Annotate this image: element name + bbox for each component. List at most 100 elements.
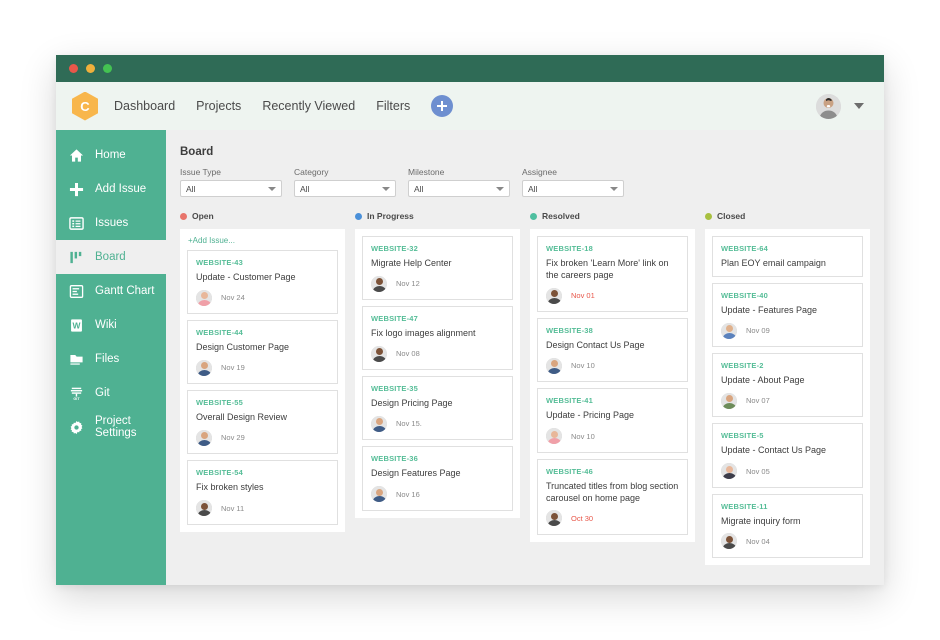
assignee-avatar[interactable] — [546, 510, 562, 526]
issue-card[interactable]: WEBSITE-36Design Features PageNov 16 — [362, 446, 513, 510]
issue-card[interactable]: WEBSITE-46 Truncated titles from blog sec… — [537, 459, 688, 535]
assignee-avatar[interactable] — [721, 393, 737, 409]
assignee-avatar[interactable] — [196, 430, 212, 446]
nav-links: Dashboard Projects Recently Viewed Filte… — [114, 99, 410, 113]
window-close-button[interactable] — [69, 64, 78, 73]
issue-card[interactable]: WEBSITE-32Migrate Help CenterNov 12 — [362, 236, 513, 300]
issue-card-meta: Nov 19 — [196, 359, 329, 376]
issue-key-link[interactable]: WEBSITE-36 — [371, 454, 504, 463]
sidebar-item-board[interactable]: Board — [56, 240, 166, 274]
assignee-avatar[interactable] — [721, 533, 737, 549]
issue-title: Truncated titles from blog section carou… — [546, 480, 679, 504]
assignee-avatar[interactable] — [546, 428, 562, 444]
issue-key-link[interactable]: WEBSITE-40 — [721, 291, 854, 300]
profile-avatar[interactable] — [816, 94, 841, 119]
assignee-select[interactable]: All — [522, 180, 624, 197]
issue-card-meta: Oct 30 — [546, 510, 679, 527]
issue-due-date: Nov 07 — [746, 396, 770, 405]
app-logo-icon[interactable]: C — [72, 92, 98, 121]
issue-card[interactable]: WEBSITE-2Update - About PageNov 07 — [712, 353, 863, 417]
assignee-avatar[interactable] — [721, 463, 737, 479]
issue-card[interactable]: WEBSITE-54Fix broken stylesNov 11 — [187, 460, 338, 524]
issue-key-link[interactable]: WEBSITE-64 — [721, 244, 854, 253]
home-icon — [68, 147, 85, 164]
window-minimize-button[interactable] — [86, 64, 95, 73]
issue-card[interactable]: WEBSITE-43Update - Customer PageNov 24 — [187, 250, 338, 314]
issue-key-link[interactable]: WEBSITE-43 — [196, 258, 329, 267]
issue-key-link[interactable]: WEBSITE-46 — [546, 467, 679, 476]
issue-title: Fix broken styles — [196, 481, 329, 493]
issue-card[interactable]: WEBSITE-35Design Pricing PageNov 15. — [362, 376, 513, 440]
board-column-title: Closed — [717, 211, 745, 221]
sidebar-item-label: Files — [95, 353, 119, 365]
issue-key-link[interactable]: WEBSITE-32 — [371, 244, 504, 253]
sidebar-item-home[interactable]: Home — [56, 138, 166, 172]
issue-key-link[interactable]: WEBSITE-54 — [196, 468, 329, 477]
assignee-avatar[interactable] — [196, 360, 212, 376]
chevron-down-icon[interactable] — [854, 103, 864, 109]
nav-link-filters[interactable]: Filters — [376, 99, 410, 113]
assignee-avatar[interactable] — [196, 290, 212, 306]
issue-card[interactable]: WEBSITE-5Update - Contact Us PageNov 05 — [712, 423, 863, 487]
sidebar-item-files[interactable]: Files — [56, 342, 166, 376]
add-new-button[interactable] — [431, 95, 453, 117]
nav-link-projects[interactable]: Projects — [196, 99, 241, 113]
issue-key-link[interactable]: WEBSITE-44 — [196, 328, 329, 337]
issue-key-link[interactable]: WEBSITE-11 — [721, 502, 854, 511]
window-body: Home Add Issue — [56, 130, 884, 585]
issue-card[interactable]: WEBSITE-55Overall Design ReviewNov 29 — [187, 390, 338, 454]
window-maximize-button[interactable] — [103, 64, 112, 73]
issue-card[interactable]: WEBSITE-11Migrate inquiry formNov 04 — [712, 494, 863, 558]
assignee-avatar[interactable] — [371, 486, 387, 502]
issue-card[interactable]: WEBSITE-18Fix broken 'Learn More' link o… — [537, 236, 688, 312]
assignee-avatar[interactable] — [546, 288, 562, 304]
assignee-avatar[interactable] — [196, 500, 212, 516]
issue-key-link[interactable]: WEBSITE-35 — [371, 384, 504, 393]
issue-key-link[interactable]: WEBSITE-2 — [721, 361, 854, 370]
issue-card[interactable]: WEBSITE-41Update - Pricing PageNov 10 — [537, 388, 688, 452]
svg-text:W: W — [73, 320, 81, 330]
issue-key-link[interactable]: WEBSITE-55 — [196, 398, 329, 407]
sidebar-item-git[interactable]: GIT Git — [56, 376, 166, 410]
issue-key-link[interactable]: WEBSITE-47 — [371, 314, 504, 323]
assignee-avatar[interactable] — [371, 346, 387, 362]
sidebar-item-issues[interactable]: Issues — [56, 206, 166, 240]
milestone-select[interactable]: All — [408, 180, 510, 197]
issue-card[interactable]: WEBSITE-47Fix logo images alignmentNov 0… — [362, 306, 513, 370]
add-issue-link[interactable]: +Add Issue... — [187, 236, 338, 245]
issue-title: Update - Pricing Page — [546, 409, 679, 421]
sidebar-item-add-issue[interactable]: Add Issue — [56, 172, 166, 206]
board-column-body[interactable]: WEBSITE-18Fix broken 'Learn More' link o… — [530, 229, 695, 542]
assignee-avatar[interactable] — [721, 323, 737, 339]
issue-key-link[interactable]: WEBSITE-18 — [546, 244, 679, 253]
sidebar-item-gantt-chart[interactable]: Gantt Chart — [56, 274, 166, 308]
sidebar-item-project-settings[interactable]: Project Settings — [56, 410, 166, 444]
category-select[interactable]: All — [294, 180, 396, 197]
sidebar-item-label: Gantt Chart — [95, 285, 154, 297]
status-dot-icon — [355, 213, 362, 220]
issue-type-select[interactable]: All — [180, 180, 282, 197]
assignee-avatar[interactable] — [371, 276, 387, 292]
nav-link-recently-viewed[interactable]: Recently Viewed — [262, 99, 355, 113]
issue-key-link[interactable]: WEBSITE-5 — [721, 431, 854, 440]
sidebar-item-label: Issues — [95, 217, 128, 229]
filter-category: Category All — [294, 167, 396, 197]
sidebar-item-wiki[interactable]: W Wiki — [56, 308, 166, 342]
gantt-icon — [68, 283, 85, 300]
issue-card[interactable]: WEBSITE-64Plan EOY email campaign — [712, 236, 863, 277]
issue-card-meta: Nov 15. — [371, 415, 504, 432]
assignee-avatar[interactable] — [546, 358, 562, 374]
nav-link-dashboard[interactable]: Dashboard — [114, 99, 175, 113]
issue-card[interactable]: WEBSITE-38Design Contact Us PageNov 10 — [537, 318, 688, 382]
assignee-avatar[interactable] — [371, 416, 387, 432]
issue-due-date: Nov 24 — [221, 293, 245, 302]
board-column-body[interactable]: WEBSITE-32Migrate Help CenterNov 12WEBSI… — [355, 229, 520, 518]
issue-card[interactable]: WEBSITE-40Update - Features PageNov 09 — [712, 283, 863, 347]
issue-card[interactable]: WEBSITE-44Design Customer PageNov 19 — [187, 320, 338, 384]
board-column-body[interactable]: +Add Issue... WEBSITE-43Update - Customer… — [180, 229, 345, 532]
issue-key-link[interactable]: WEBSITE-38 — [546, 326, 679, 335]
chevron-down-icon — [610, 187, 618, 191]
sidebar: Home Add Issue — [56, 130, 166, 585]
board-column-body[interactable]: WEBSITE-64Plan EOY email campaignWEBSITE… — [705, 229, 870, 565]
issue-key-link[interactable]: WEBSITE-41 — [546, 396, 679, 405]
